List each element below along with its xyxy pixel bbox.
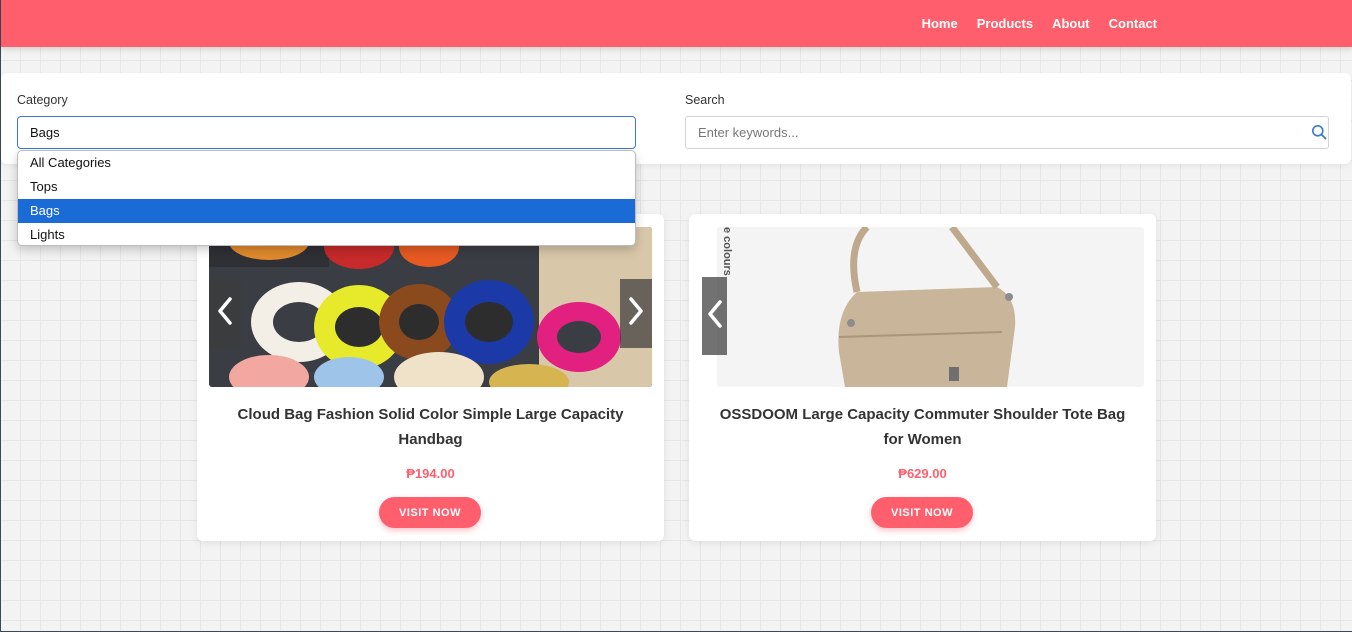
product-price: ₱629.00 (898, 466, 947, 481)
chevron-left-icon (707, 299, 723, 333)
carousel-prev-button[interactable] (702, 277, 727, 355)
category-label: Category (17, 93, 68, 107)
option-bags[interactable]: Bags (18, 199, 635, 223)
option-all-categories[interactable]: All Categories (18, 151, 635, 175)
product-title: Cloud Bag Fashion Solid Color Simple Lar… (237, 406, 624, 448)
product-image (209, 227, 652, 387)
chevron-right-icon (628, 297, 644, 330)
nav-link-products[interactable]: Products (977, 16, 1033, 31)
visit-now-button[interactable]: VISIT NOW (379, 497, 481, 528)
product-card: Cloud Bag Fashion Solid Color Simple Lar… (197, 214, 664, 541)
nav-link-about[interactable]: About (1052, 16, 1090, 31)
image-caption: e colours (721, 227, 733, 276)
nav-links: Home Products About Contact (922, 0, 1157, 47)
search-label: Search (685, 93, 725, 107)
product-image: e colours (717, 227, 1144, 387)
option-lights[interactable]: Lights (18, 223, 635, 245)
navbar: Home Products About Contact (1, 0, 1352, 47)
product-title: OSSDOOM Large Capacity Commuter Shoulder… (719, 406, 1126, 448)
product-price: ₱194.00 (406, 466, 455, 481)
category-dropdown-list: All Categories Tops Bags Lights (17, 150, 636, 246)
chevron-left-icon (217, 297, 233, 330)
search-input[interactable] (685, 116, 1329, 149)
nav-link-contact[interactable]: Contact (1109, 16, 1157, 31)
nav-link-home[interactable]: Home (922, 16, 958, 31)
carousel-prev-button[interactable] (209, 279, 241, 348)
product-card: e colours OSSDOOM Large Capacity Commute… (689, 214, 1156, 541)
carousel-next-button[interactable] (620, 279, 652, 348)
option-tops[interactable]: Tops (18, 175, 635, 199)
visit-now-button[interactable]: VISIT NOW (871, 497, 973, 528)
category-select[interactable]: Bags (17, 116, 636, 149)
search-icon[interactable] (1311, 124, 1329, 142)
category-select-value: Bags (30, 125, 60, 140)
